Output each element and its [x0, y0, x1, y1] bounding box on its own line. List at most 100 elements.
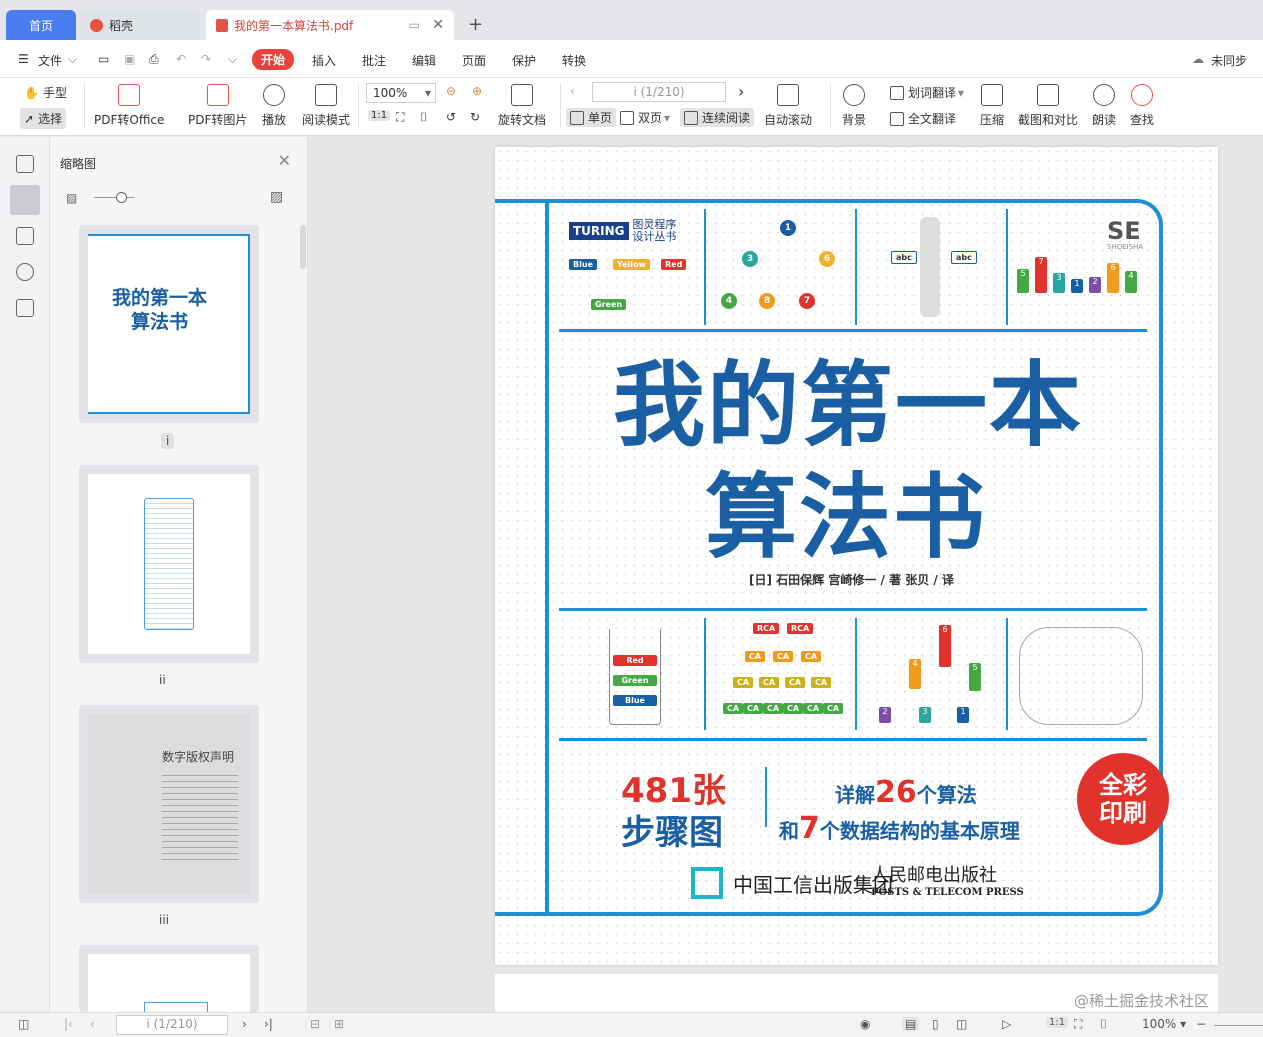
- tab-pdf-document[interactable]: 我的第一本算法书.pdf ▭ ✕: [206, 10, 454, 40]
- page-thumbnail-4[interactable]: [79, 945, 259, 1012]
- sync-status[interactable]: 未同步: [1211, 52, 1247, 69]
- single-view-icon[interactable]: ▯: [932, 1017, 939, 1031]
- background-button[interactable]: 背景: [842, 84, 866, 128]
- fit-page-icon[interactable]: ⌷: [420, 110, 427, 125]
- pin-icon[interactable]: ▭: [409, 18, 420, 32]
- document-viewer[interactable]: TURING 图灵程序 设计丛书 Blue Yellow Red Green 1…: [309, 137, 1263, 1024]
- thumbnail-icon[interactable]: [10, 185, 40, 215]
- page-thumbnail-2[interactable]: [79, 465, 259, 663]
- actual-size-icon[interactable]: 1:1: [368, 110, 391, 121]
- back-icon[interactable]: ⊟: [310, 1017, 320, 1031]
- next-page-status-icon[interactable]: ›: [242, 1017, 247, 1031]
- play-button[interactable]: 播放: [262, 84, 286, 128]
- stack-blue: Blue: [613, 695, 657, 706]
- zoom-select[interactable]: 100% ▾: [366, 83, 436, 103]
- zoom-out-status-icon[interactable]: −: [1196, 1017, 1206, 1031]
- prev-page-status-icon[interactable]: ‹: [90, 1017, 95, 1031]
- prev-page-icon[interactable]: ‹: [570, 84, 575, 98]
- double-view-icon[interactable]: ◫: [956, 1017, 967, 1031]
- pdf-to-office-button[interactable]: PDF转Office: [94, 84, 164, 128]
- full-translate-button[interactable]: 全文翻译: [890, 110, 956, 127]
- menu-file[interactable]: 文件: [38, 52, 62, 69]
- open-folder-icon[interactable]: ▭: [98, 52, 109, 66]
- word-translate-button[interactable]: 划词翻译 ▾: [890, 84, 964, 101]
- slider-handle[interactable]: [116, 192, 127, 203]
- zoom-status[interactable]: 100% ▾: [1142, 1017, 1186, 1031]
- forward-icon[interactable]: ⊞: [334, 1017, 344, 1031]
- compress-button[interactable]: 压缩: [980, 84, 1004, 128]
- attachment-icon[interactable]: [16, 263, 34, 281]
- toggle-sidebar-icon[interactable]: ◫: [18, 1017, 29, 1031]
- page-thumbnail-1[interactable]: 我的第一本 算法书: [79, 225, 259, 423]
- save-icon[interactable]: ▣: [124, 52, 135, 66]
- hand-tool[interactable]: ✋ 手型: [24, 84, 67, 101]
- auto-scroll-button[interactable]: 自动滚动: [764, 84, 812, 128]
- rotate-left-icon[interactable]: ↺: [446, 110, 456, 124]
- close-icon[interactable]: ✕: [278, 151, 291, 170]
- signature-icon[interactable]: [16, 299, 34, 317]
- fit-width-icon[interactable]: ⛶: [396, 110, 404, 125]
- scrollbar[interactable]: [300, 225, 306, 269]
- double-page-button[interactable]: 双页 ▾: [620, 109, 670, 126]
- menu-convert[interactable]: 转换: [562, 52, 586, 69]
- tab-home-label: 首页: [28, 18, 53, 33]
- small-image-icon[interactable]: ▨: [66, 191, 77, 205]
- zoom-out-icon[interactable]: ⊖: [446, 84, 456, 98]
- single-page-button[interactable]: 单页: [566, 108, 617, 127]
- read-mode-button[interactable]: 阅读模式: [302, 84, 350, 128]
- rotate-document-button[interactable]: 旋转文档: [498, 84, 546, 128]
- first-page-icon[interactable]: |‹: [64, 1017, 73, 1031]
- menu-annotate[interactable]: 批注: [362, 52, 386, 69]
- page-thumbnail-3[interactable]: 数字版权声明: [79, 705, 259, 903]
- new-tab-button[interactable]: +: [468, 14, 483, 35]
- menu-page[interactable]: 页面: [462, 52, 486, 69]
- last-page-icon[interactable]: ›|: [264, 1017, 273, 1031]
- select-tool[interactable]: ➚ 选择: [20, 108, 67, 129]
- menu-edit[interactable]: 编辑: [412, 52, 436, 69]
- fit-page-status-icon[interactable]: ⌷: [1100, 1017, 1107, 1032]
- continuous-view-icon[interactable]: ▤: [902, 1017, 920, 1031]
- page-input-value: i (1/210): [633, 85, 685, 99]
- next-page-icon[interactable]: ›: [738, 82, 744, 101]
- tab-docer-label: 稻壳: [109, 18, 134, 33]
- rotate-doc-icon: [511, 84, 533, 106]
- bookmark-icon[interactable]: [16, 155, 34, 173]
- tab-docer[interactable]: 稻壳: [80, 10, 200, 40]
- thumbnail-size-slider[interactable]: [94, 197, 134, 198]
- zoom-in-icon[interactable]: ⊕: [472, 84, 482, 98]
- menu-start[interactable]: 开始: [252, 49, 295, 70]
- continuous-read-button[interactable]: 连续阅读: [680, 108, 755, 127]
- eye-protect-icon[interactable]: ◉: [860, 1017, 870, 1031]
- tab-home[interactable]: 首页: [6, 10, 76, 40]
- pdf-to-image-button[interactable]: PDF转图片: [188, 84, 247, 128]
- hamburger-icon[interactable]: ☰: [18, 52, 29, 66]
- actual-size-status-icon[interactable]: 1:1: [1046, 1017, 1069, 1028]
- badge-line2: 印刷: [1099, 799, 1147, 827]
- divider: [830, 84, 831, 128]
- large-image-icon[interactable]: ▨: [270, 189, 283, 205]
- page-number-input[interactable]: i (1/210): [592, 82, 726, 102]
- undo-icon[interactable]: ↶: [176, 52, 186, 66]
- print-icon[interactable]: ⎙: [149, 52, 159, 67]
- search-button[interactable]: 查找: [1130, 84, 1154, 128]
- comment-icon[interactable]: [16, 227, 34, 245]
- fit-width-status-icon[interactable]: ⛶: [1074, 1017, 1082, 1032]
- rotate-right-icon[interactable]: ↻: [470, 110, 480, 124]
- double-label: 双页: [638, 111, 663, 125]
- more-chevron-icon[interactable]: ⌵: [228, 52, 237, 67]
- menu-insert[interactable]: 插入: [312, 52, 336, 69]
- chevron-down-icon[interactable]: ⌵: [68, 52, 77, 67]
- read-aloud-button[interactable]: 朗读: [1092, 84, 1116, 128]
- screenshot-compare-button[interactable]: 截图和对比: [1018, 84, 1078, 128]
- redo-icon[interactable]: ↷: [201, 52, 211, 66]
- abc-bubble: abc: [891, 251, 917, 264]
- play-status-icon[interactable]: ▷: [1002, 1017, 1011, 1031]
- cloud-icon[interactable]: ☁: [1192, 52, 1204, 66]
- close-tab-icon[interactable]: ✕: [432, 17, 444, 33]
- status-page-input[interactable]: i (1/210): [116, 1015, 228, 1035]
- zoom-slider[interactable]: [1214, 1025, 1263, 1026]
- panel-divider: [1006, 618, 1008, 730]
- bar: 5: [1017, 269, 1029, 293]
- stack-green: Green: [613, 675, 657, 686]
- menu-protect[interactable]: 保护: [512, 52, 536, 69]
